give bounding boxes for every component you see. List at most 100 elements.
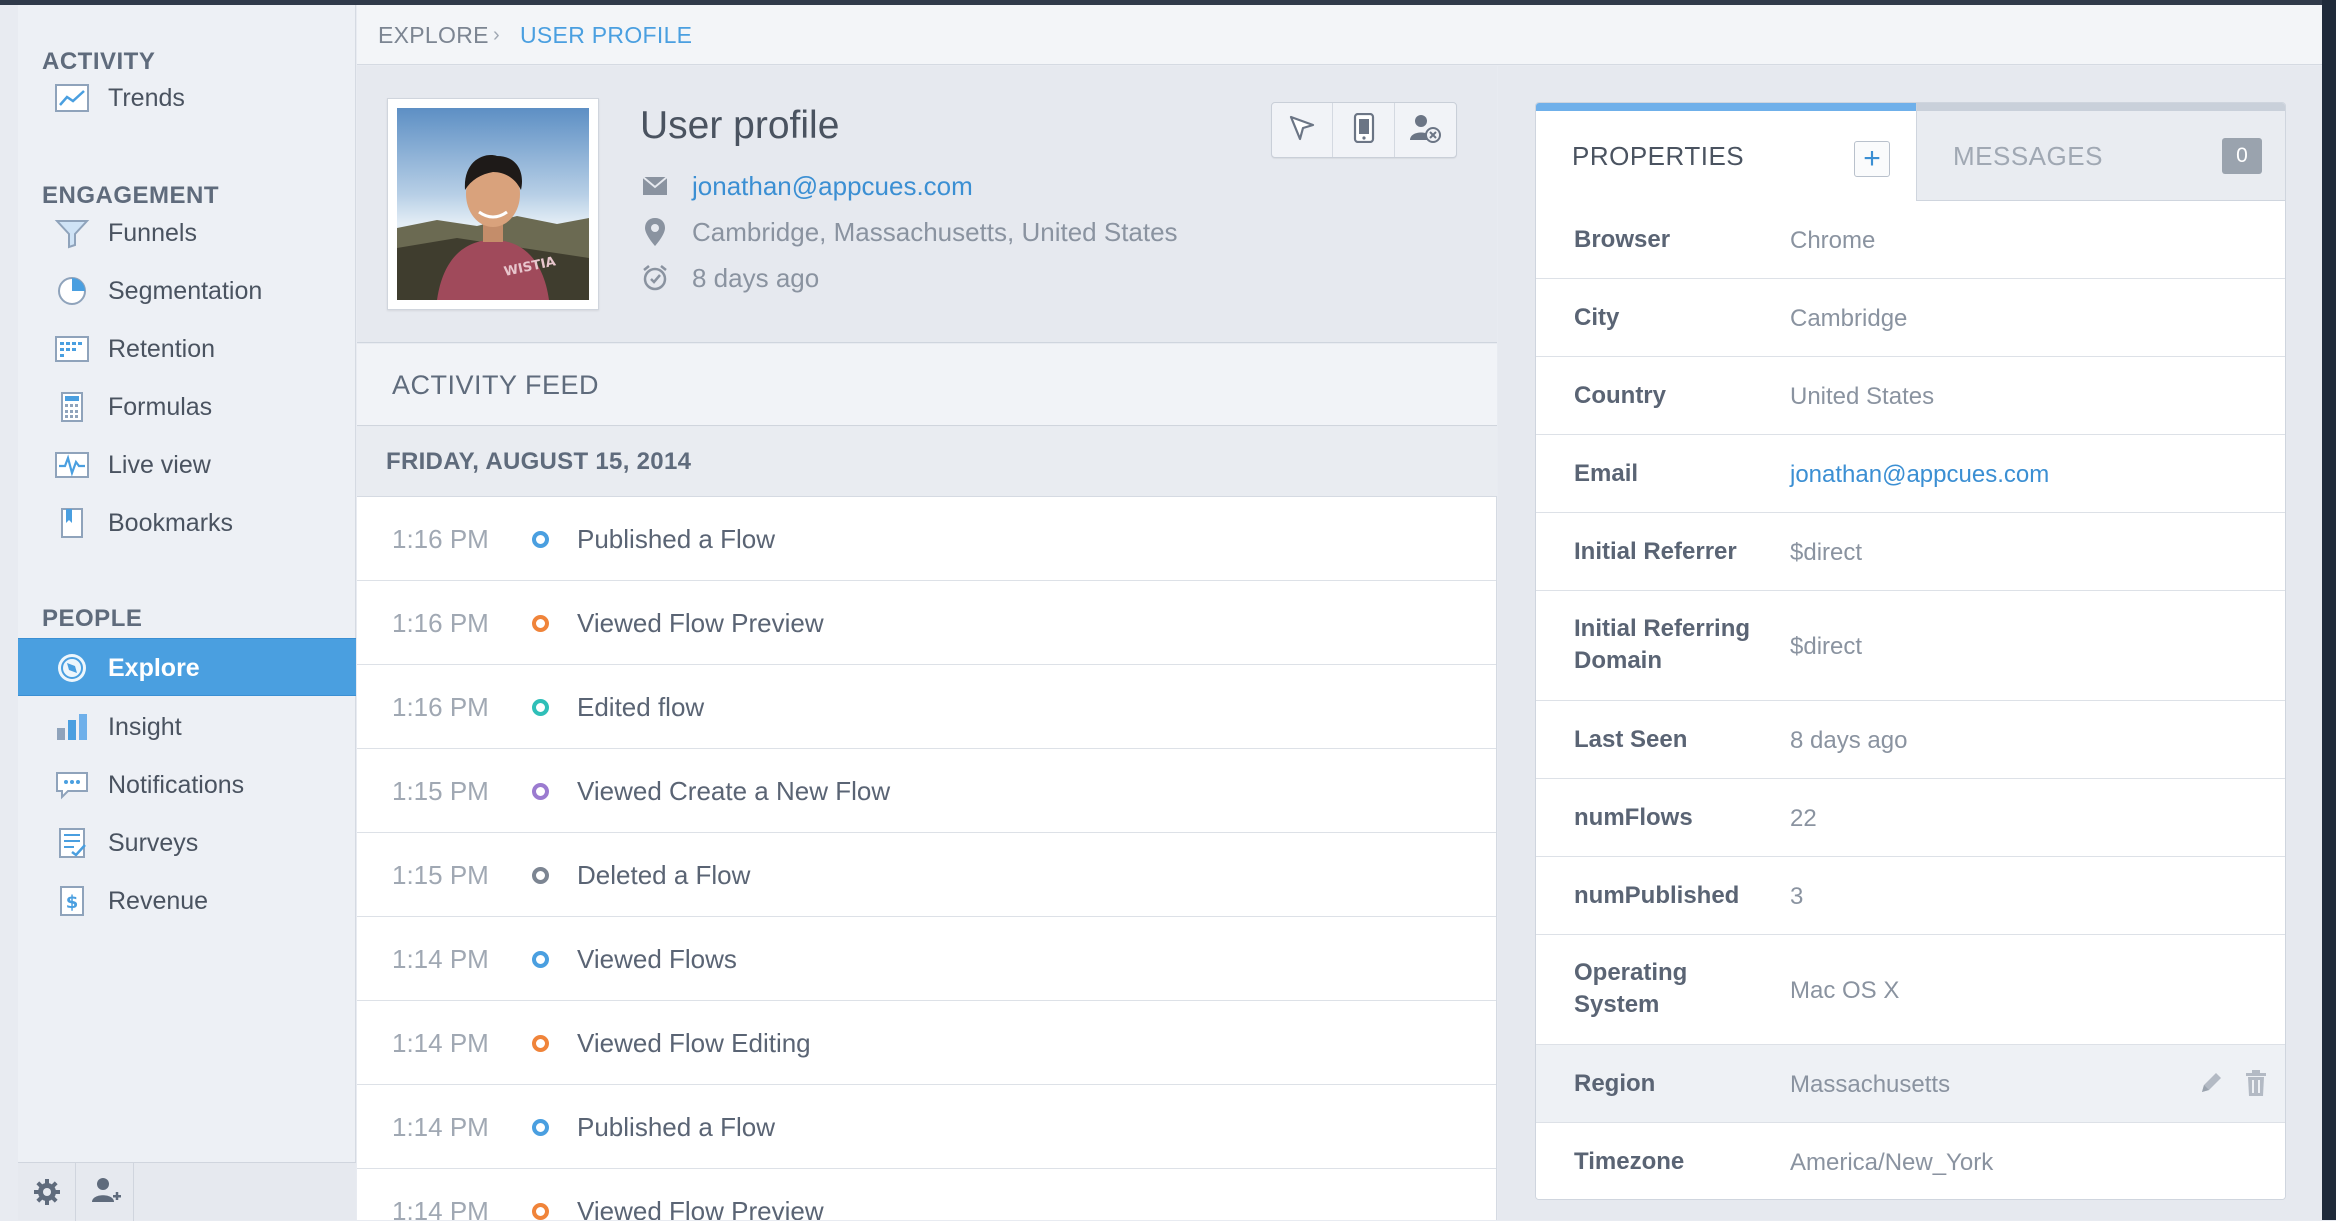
property-row: Last Seen 8 days ago bbox=[1536, 701, 2285, 779]
sidebar-item-retention[interactable]: Retention bbox=[18, 320, 356, 378]
sidebar-item-label: Bookmarks bbox=[108, 509, 234, 537]
feed-item-time: 1:14 PM bbox=[392, 1028, 489, 1058]
profile-email-link[interactable]: jonathan@appcues.com bbox=[692, 171, 973, 202]
feed-item-event: Viewed Create a New Flow bbox=[577, 776, 891, 806]
add-property-button[interactable]: + bbox=[1854, 141, 1890, 177]
property-row: Country United States bbox=[1536, 357, 2285, 435]
sidebar-item-segmentation[interactable]: Segmentation bbox=[18, 262, 356, 320]
sidebar-item-revenue[interactable]: $ Revenue bbox=[18, 872, 356, 930]
calculator-icon bbox=[54, 391, 90, 423]
sidebar-item-formulas[interactable]: Formulas bbox=[18, 378, 356, 436]
section-people: PEOPLE bbox=[42, 605, 143, 632]
breadcrumb-user-profile: USER PROFILE bbox=[520, 22, 693, 48]
property-value: America/New_York bbox=[1790, 1149, 1994, 1176]
tab-messages-label: MESSAGES bbox=[1953, 141, 2103, 171]
feed-item[interactable]: 1:15 PM Deleted a Flow bbox=[357, 833, 1496, 917]
sidebar-item-label: Segmentation bbox=[108, 277, 263, 305]
tab-properties[interactable]: PROPERTIES + bbox=[1536, 103, 1916, 201]
sidebar-item-label: Insight bbox=[108, 713, 182, 741]
feed-item-time: 1:16 PM bbox=[392, 524, 489, 554]
sidebar-item-surveys[interactable]: Surveys bbox=[18, 814, 356, 872]
feed-item-event: Published a Flow bbox=[577, 524, 775, 554]
property-row: City Cambridge bbox=[1536, 279, 2285, 357]
add-user-button[interactable] bbox=[76, 1163, 134, 1221]
sidebar-item-funnels[interactable]: Funnels bbox=[18, 204, 356, 262]
feed-item[interactable]: 1:14 PM Viewed Flow Editing bbox=[357, 1001, 1496, 1085]
property-row: Timezone America/New_York bbox=[1536, 1123, 2285, 1199]
feed-item[interactable]: 1:16 PM Viewed Flow Preview bbox=[357, 581, 1496, 665]
property-actions bbox=[2197, 1069, 2269, 1102]
sidebar-item-live-view[interactable]: Live view bbox=[18, 436, 356, 494]
target-user-button[interactable] bbox=[1272, 103, 1334, 157]
sidebar-item-label: Revenue bbox=[108, 887, 209, 915]
property-value: Mac OS X bbox=[1790, 977, 1900, 1004]
property-value-link[interactable]: jonathan@appcues.com bbox=[1790, 461, 2049, 489]
sidebar-item-label: Live view bbox=[108, 451, 211, 479]
tab-messages[interactable]: MESSAGES 0 bbox=[1916, 103, 2285, 201]
feed-item[interactable]: 1:16 PM Published a Flow bbox=[357, 497, 1496, 581]
feed-item[interactable]: 1:16 PM Edited flow bbox=[357, 665, 1496, 749]
sidebar-item-bookmarks[interactable]: Bookmarks bbox=[18, 494, 356, 552]
event-dot-icon bbox=[532, 531, 549, 548]
sidebar-item-explore[interactable]: Explore bbox=[18, 638, 356, 696]
property-row: Operating System Mac OS X bbox=[1536, 935, 2285, 1045]
sidebar-item-label: Funnels bbox=[108, 219, 197, 247]
event-dot-icon bbox=[532, 1035, 549, 1052]
feed-item-time: 1:14 PM bbox=[392, 944, 489, 974]
activity-feed-list: 1:16 PM Published a Flow 1:16 PM Viewed … bbox=[357, 497, 1497, 1220]
envelope-icon bbox=[640, 171, 670, 201]
profile-last-seen-row: 8 days ago bbox=[640, 258, 819, 298]
avatar: WISTIA bbox=[387, 98, 599, 310]
feed-item-time: 1:14 PM bbox=[392, 1196, 489, 1220]
profile-last-seen: 8 days ago bbox=[692, 262, 820, 293]
feed-item-event: Edited flow bbox=[577, 692, 705, 722]
window-edge bbox=[2322, 0, 2336, 1220]
event-dot-icon bbox=[532, 699, 549, 716]
feed-item-time: 1:15 PM bbox=[392, 776, 489, 806]
property-row: Initial Referrer $direct bbox=[1536, 513, 2285, 591]
feed-item[interactable]: 1:14 PM Viewed Flows bbox=[357, 917, 1496, 1001]
property-row: Browser Chrome bbox=[1536, 201, 2285, 279]
live-pulse-icon bbox=[54, 449, 90, 481]
event-dot-icon bbox=[532, 783, 549, 800]
property-key: Initial Referrer bbox=[1574, 538, 1737, 565]
feed-item[interactable]: 1:15 PM Viewed Create a New Flow bbox=[357, 749, 1496, 833]
gear-icon bbox=[32, 1177, 62, 1212]
feed-item-event: Viewed Flows bbox=[577, 944, 737, 974]
mobile-preview-button[interactable] bbox=[1333, 103, 1395, 157]
feed-item[interactable]: 1:14 PM Published a Flow bbox=[357, 1085, 1496, 1169]
property-value: $direct bbox=[1790, 633, 1863, 660]
sidebar-item-notifications[interactable]: Notifications bbox=[18, 756, 356, 814]
pie-chart-icon bbox=[54, 275, 90, 307]
pencil-icon[interactable] bbox=[2197, 1069, 2225, 1102]
sidebar-item-insight[interactable]: Insight bbox=[18, 698, 356, 756]
remove-user-button[interactable] bbox=[1395, 103, 1456, 157]
remove-user-icon bbox=[1409, 113, 1442, 148]
feed-item-event: Viewed Flow Preview bbox=[577, 608, 824, 638]
profile-location: Cambridge, Massachusetts, United States bbox=[692, 216, 1178, 247]
property-row: Email jonathan@appcues.com bbox=[1536, 435, 2285, 513]
settings-button[interactable] bbox=[18, 1163, 76, 1221]
sidebar-footer bbox=[18, 1162, 356, 1221]
property-row: Initial Referring Domain $direct bbox=[1536, 591, 2285, 701]
property-key: numFlows bbox=[1574, 804, 1693, 831]
sidebar-item-label: Explore bbox=[108, 654, 200, 682]
feed-item[interactable]: 1:14 PM Viewed Flow Preview bbox=[357, 1169, 1496, 1220]
breadcrumb-explore[interactable]: EXPLORE bbox=[378, 5, 489, 65]
funnel-icon bbox=[54, 217, 90, 249]
location-pin-icon bbox=[640, 217, 670, 247]
dollar-icon: $ bbox=[54, 885, 90, 917]
property-row-hovered[interactable]: Region Massachusetts bbox=[1536, 1045, 2285, 1123]
messages-count-badge: 0 bbox=[2222, 138, 2262, 174]
property-value: 8 days ago bbox=[1790, 727, 1908, 754]
property-value: $direct bbox=[1790, 539, 1863, 566]
profile-toolbar bbox=[1271, 102, 1457, 158]
activity-feed-title: ACTIVITY FEED bbox=[392, 370, 600, 400]
feed-item-time: 1:16 PM bbox=[392, 608, 489, 638]
property-key: Operating System bbox=[1574, 959, 1688, 1018]
feed-date-header: FRIDAY, AUGUST 15, 2014 bbox=[357, 427, 1497, 497]
svg-text:$: $ bbox=[66, 892, 79, 913]
trash-icon[interactable] bbox=[2243, 1069, 2269, 1102]
sidebar-item-trends[interactable]: Trends bbox=[18, 69, 356, 127]
sidebar-item-label: Formulas bbox=[108, 393, 213, 421]
